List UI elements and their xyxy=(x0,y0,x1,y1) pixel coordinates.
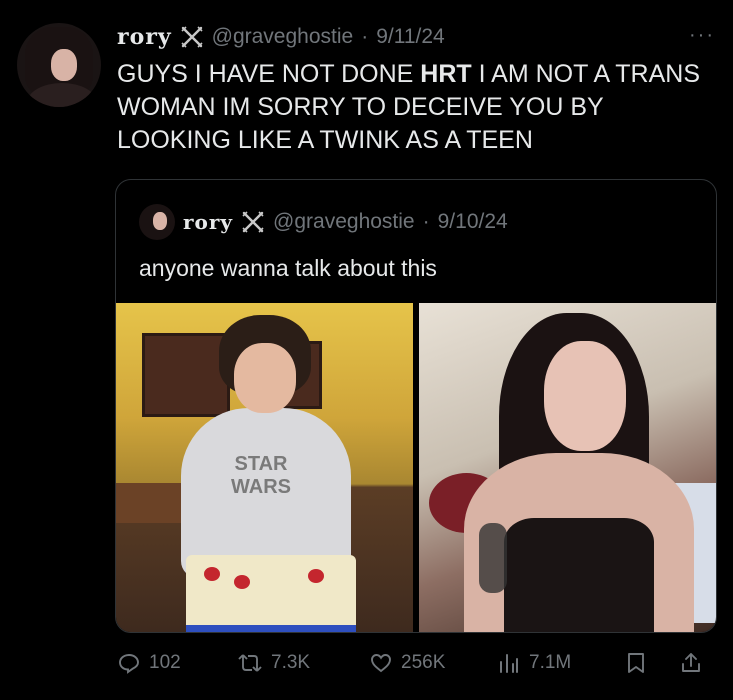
arm-tattoo xyxy=(479,523,507,593)
quoted-avatar-face xyxy=(153,212,167,230)
quoted-tweet[interactable]: rory @graveghostie · 9/10/24 anyone wann… xyxy=(115,179,717,633)
cake-flower xyxy=(308,569,324,583)
tweet-text-prefix: GUYS I HAVE NOT DONE xyxy=(117,60,421,88)
retweet-count: 7.3K xyxy=(271,652,311,673)
reply-count: 102 xyxy=(149,652,181,673)
tweet-date[interactable]: 9/11/24 xyxy=(376,25,445,49)
share-icon xyxy=(679,651,703,675)
bookmark-icon xyxy=(625,651,647,675)
cake-flower xyxy=(204,567,220,581)
quoted-media: STAR WARS xyxy=(116,303,716,632)
media-photo-right[interactable] xyxy=(419,303,716,632)
views-button[interactable]: 7.1M xyxy=(497,651,571,675)
swords-icon xyxy=(180,25,204,49)
tweet-text: GUYS I HAVE NOT DONE HRT I AM NOT A TRAN… xyxy=(117,58,707,157)
birthday-cake xyxy=(186,555,356,632)
views-count: 7.1M xyxy=(529,652,572,673)
swords-icon xyxy=(241,210,265,234)
media-photo-left[interactable]: STAR WARS xyxy=(116,303,413,632)
quoted-user-handle[interactable]: @graveghostie xyxy=(273,210,415,234)
quoted-avatar[interactable] xyxy=(139,204,175,240)
cake-flower xyxy=(234,575,250,589)
bookmark-button[interactable] xyxy=(625,651,647,675)
display-name[interactable]: rory xyxy=(117,24,172,50)
like-count: 256K xyxy=(401,652,446,673)
shirt-graphic: STAR WARS xyxy=(231,453,291,498)
quoted-tweet-date[interactable]: 9/10/24 xyxy=(438,210,508,234)
like-button[interactable]: 256K xyxy=(369,651,445,675)
quoted-tweet-text: anyone wanna talk about this xyxy=(139,255,437,281)
user-avatar[interactable] xyxy=(17,23,101,107)
face xyxy=(544,341,626,451)
restaurant-table xyxy=(116,483,181,523)
retweet-icon xyxy=(237,651,263,675)
quoted-tweet-header: rory @graveghostie · 9/10/24 xyxy=(139,202,508,242)
separator-dot: · xyxy=(361,25,369,48)
tweet-header: rory @graveghostie · 9/11/24 xyxy=(117,22,445,52)
action-bar: 102 7.3K 256K 7.1M xyxy=(117,648,707,678)
face xyxy=(234,343,296,413)
top xyxy=(504,518,654,632)
quoted-separator-dot: · xyxy=(422,210,430,233)
retweet-button[interactable]: 7.3K xyxy=(237,651,310,675)
avatar-face xyxy=(51,49,77,81)
share-button[interactable] xyxy=(679,651,703,675)
heart-icon xyxy=(369,651,393,675)
reply-icon xyxy=(117,651,141,675)
reply-button[interactable]: 102 xyxy=(117,651,181,675)
views-icon xyxy=(497,651,521,675)
user-handle[interactable]: @graveghostie xyxy=(212,25,354,49)
tweet-text-bold: HRT xyxy=(420,60,472,88)
wall-frame xyxy=(142,333,230,417)
quoted-display-name[interactable]: rory xyxy=(183,210,233,234)
more-icon[interactable]: ··· xyxy=(689,24,715,47)
